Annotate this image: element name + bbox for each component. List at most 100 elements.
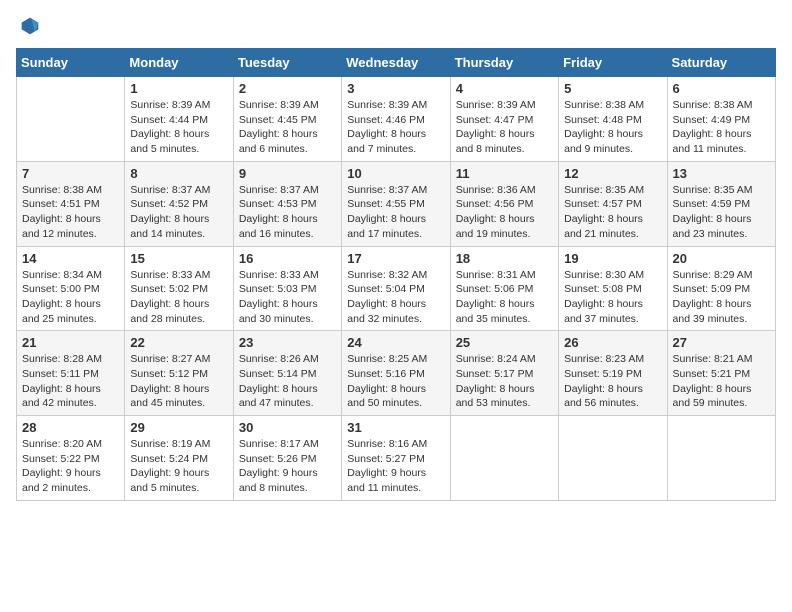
day-number: 12 <box>564 166 661 181</box>
day-number: 25 <box>456 335 553 350</box>
calendar-cell: 9 Sunrise: 8:37 AMSunset: 4:53 PMDaylight… <box>233 161 341 246</box>
day-info: Sunrise: 8:38 AMSunset: 4:51 PMDaylight:… <box>22 183 119 242</box>
day-info: Sunrise: 8:39 AMSunset: 4:45 PMDaylight:… <box>239 98 336 157</box>
day-header-friday: Friday <box>559 49 667 77</box>
day-number: 4 <box>456 81 553 96</box>
day-number: 20 <box>673 251 770 266</box>
day-number: 27 <box>673 335 770 350</box>
day-info: Sunrise: 8:17 AMSunset: 5:26 PMDaylight:… <box>239 437 336 496</box>
day-info: Sunrise: 8:31 AMSunset: 5:06 PMDaylight:… <box>456 268 553 327</box>
calendar-cell: 28Sunrise: 8:20 AMSunset: 5:22 PMDayligh… <box>17 416 125 501</box>
calendar-cell: 16Sunrise: 8:33 AMSunset: 5:03 PMDayligh… <box>233 246 341 331</box>
calendar-header-row: SundayMondayTuesdayWednesdayThursdayFrid… <box>17 49 776 77</box>
day-number: 5 <box>564 81 661 96</box>
calendar-cell: 23 Sunrise: 8:26 AMSunset: 5:14 PMDayligh… <box>233 331 341 416</box>
day-header-sunday: Sunday <box>17 49 125 77</box>
day-number: 18 <box>456 251 553 266</box>
day-number: 21 <box>22 335 119 350</box>
day-header-monday: Monday <box>125 49 233 77</box>
calendar-cell: 5Sunrise: 8:38 AMSunset: 4:48 PMDaylight… <box>559 77 667 162</box>
day-number: 24 <box>347 335 444 350</box>
calendar-cell: 15 Sunrise: 8:33 AMSunset: 5:02 PMDayligh… <box>125 246 233 331</box>
calendar-cell: 6Sunrise: 8:38 AMSunset: 4:49 PMDaylight… <box>667 77 775 162</box>
calendar-cell: 27Sunrise: 8:21 AMSunset: 5:21 PMDayligh… <box>667 331 775 416</box>
day-info: Sunrise: 8:24 AMSunset: 5:17 PMDaylight:… <box>456 352 553 411</box>
calendar-week-row: 14 Sunrise: 8:34 AMSunset: 5:00 PMDayligh… <box>17 246 776 331</box>
calendar-cell: 14 Sunrise: 8:34 AMSunset: 5:00 PMDayligh… <box>17 246 125 331</box>
day-info: Sunrise: 8:36 AMSunset: 4:56 PMDaylight:… <box>456 183 553 242</box>
day-info: Sunrise: 8:32 AMSunset: 5:04 PMDaylight:… <box>347 268 444 327</box>
day-number: 9 <box>239 166 336 181</box>
calendar-cell: 3 Sunrise: 8:39 AMSunset: 4:46 PMDaylight… <box>342 77 450 162</box>
page-header <box>16 16 776 36</box>
calendar-cell <box>17 77 125 162</box>
day-number: 7 <box>22 166 119 181</box>
day-number: 13 <box>673 166 770 181</box>
day-info: Sunrise: 8:26 AMSunset: 5:14 PMDaylight:… <box>239 352 336 411</box>
calendar-week-row: 21Sunrise: 8:28 AMSunset: 5:11 PMDayligh… <box>17 331 776 416</box>
calendar-cell: 17 Sunrise: 8:32 AMSunset: 5:04 PMDayligh… <box>342 246 450 331</box>
calendar-cell: 19 Sunrise: 8:30 AMSunset: 5:08 PMDayligh… <box>559 246 667 331</box>
day-info: Sunrise: 8:37 AMSunset: 4:55 PMDaylight:… <box>347 183 444 242</box>
logo-icon <box>20 16 40 36</box>
day-info: Sunrise: 8:23 AMSunset: 5:19 PMDaylight:… <box>564 352 661 411</box>
calendar-cell: 30 Sunrise: 8:17 AMSunset: 5:26 PMDayligh… <box>233 416 341 501</box>
calendar-week-row: 1 Sunrise: 8:39 AMSunset: 4:44 PMDaylight… <box>17 77 776 162</box>
calendar-table: SundayMondayTuesdayWednesdayThursdayFrid… <box>16 48 776 501</box>
calendar-cell: 25 Sunrise: 8:24 AMSunset: 5:17 PMDayligh… <box>450 331 558 416</box>
calendar-cell: 20 Sunrise: 8:29 AMSunset: 5:09 PMDayligh… <box>667 246 775 331</box>
day-info: Sunrise: 8:37 AMSunset: 4:53 PMDaylight:… <box>239 183 336 242</box>
day-number: 19 <box>564 251 661 266</box>
day-info: Sunrise: 8:39 AMSunset: 4:44 PMDaylight:… <box>130 98 227 157</box>
calendar-cell: 8Sunrise: 8:37 AMSunset: 4:52 PMDaylight… <box>125 161 233 246</box>
day-number: 29 <box>130 420 227 435</box>
day-header-saturday: Saturday <box>667 49 775 77</box>
day-number: 16 <box>239 251 336 266</box>
day-number: 17 <box>347 251 444 266</box>
calendar-cell: 26 Sunrise: 8:23 AMSunset: 5:19 PMDayligh… <box>559 331 667 416</box>
day-header-thursday: Thursday <box>450 49 558 77</box>
day-info: Sunrise: 8:37 AMSunset: 4:52 PMDaylight:… <box>130 183 227 242</box>
day-info: Sunrise: 8:33 AMSunset: 5:02 PMDaylight:… <box>130 268 227 327</box>
calendar-cell: 13 Sunrise: 8:35 AMSunset: 4:59 PMDayligh… <box>667 161 775 246</box>
day-info: Sunrise: 8:30 AMSunset: 5:08 PMDaylight:… <box>564 268 661 327</box>
day-number: 15 <box>130 251 227 266</box>
day-info: Sunrise: 8:25 AMSunset: 5:16 PMDaylight:… <box>347 352 444 411</box>
day-number: 3 <box>347 81 444 96</box>
day-info: Sunrise: 8:27 AMSunset: 5:12 PMDaylight:… <box>130 352 227 411</box>
calendar-cell: 10 Sunrise: 8:37 AMSunset: 4:55 PMDayligh… <box>342 161 450 246</box>
day-number: 31 <box>347 420 444 435</box>
day-info: Sunrise: 8:35 AMSunset: 4:57 PMDaylight:… <box>564 183 661 242</box>
day-info: Sunrise: 8:34 AMSunset: 5:00 PMDaylight:… <box>22 268 119 327</box>
calendar-cell: 24 Sunrise: 8:25 AMSunset: 5:16 PMDayligh… <box>342 331 450 416</box>
day-number: 14 <box>22 251 119 266</box>
day-header-tuesday: Tuesday <box>233 49 341 77</box>
calendar-cell: 21Sunrise: 8:28 AMSunset: 5:11 PMDayligh… <box>17 331 125 416</box>
day-header-wednesday: Wednesday <box>342 49 450 77</box>
day-info: Sunrise: 8:38 AMSunset: 4:49 PMDaylight:… <box>673 98 770 157</box>
calendar-cell: 22 Sunrise: 8:27 AMSunset: 5:12 PMDayligh… <box>125 331 233 416</box>
day-number: 1 <box>130 81 227 96</box>
calendar-cell: 7 Sunrise: 8:38 AMSunset: 4:51 PMDaylight… <box>17 161 125 246</box>
day-info: Sunrise: 8:39 AMSunset: 4:46 PMDaylight:… <box>347 98 444 157</box>
day-info: Sunrise: 8:29 AMSunset: 5:09 PMDaylight:… <box>673 268 770 327</box>
day-number: 30 <box>239 420 336 435</box>
day-number: 22 <box>130 335 227 350</box>
day-number: 26 <box>564 335 661 350</box>
calendar-week-row: 28Sunrise: 8:20 AMSunset: 5:22 PMDayligh… <box>17 416 776 501</box>
logo <box>16 16 40 36</box>
calendar-cell <box>450 416 558 501</box>
day-number: 23 <box>239 335 336 350</box>
calendar-cell: 18 Sunrise: 8:31 AMSunset: 5:06 PMDayligh… <box>450 246 558 331</box>
calendar-cell: 29 Sunrise: 8:19 AMSunset: 5:24 PMDayligh… <box>125 416 233 501</box>
day-info: Sunrise: 8:16 AMSunset: 5:27 PMDaylight:… <box>347 437 444 496</box>
calendar-cell: 11 Sunrise: 8:36 AMSunset: 4:56 PMDayligh… <box>450 161 558 246</box>
calendar-cell: 2Sunrise: 8:39 AMSunset: 4:45 PMDaylight… <box>233 77 341 162</box>
day-number: 11 <box>456 166 553 181</box>
day-number: 28 <box>22 420 119 435</box>
day-number: 10 <box>347 166 444 181</box>
day-info: Sunrise: 8:35 AMSunset: 4:59 PMDaylight:… <box>673 183 770 242</box>
day-info: Sunrise: 8:39 AMSunset: 4:47 PMDaylight:… <box>456 98 553 157</box>
calendar-week-row: 7 Sunrise: 8:38 AMSunset: 4:51 PMDaylight… <box>17 161 776 246</box>
day-info: Sunrise: 8:19 AMSunset: 5:24 PMDaylight:… <box>130 437 227 496</box>
